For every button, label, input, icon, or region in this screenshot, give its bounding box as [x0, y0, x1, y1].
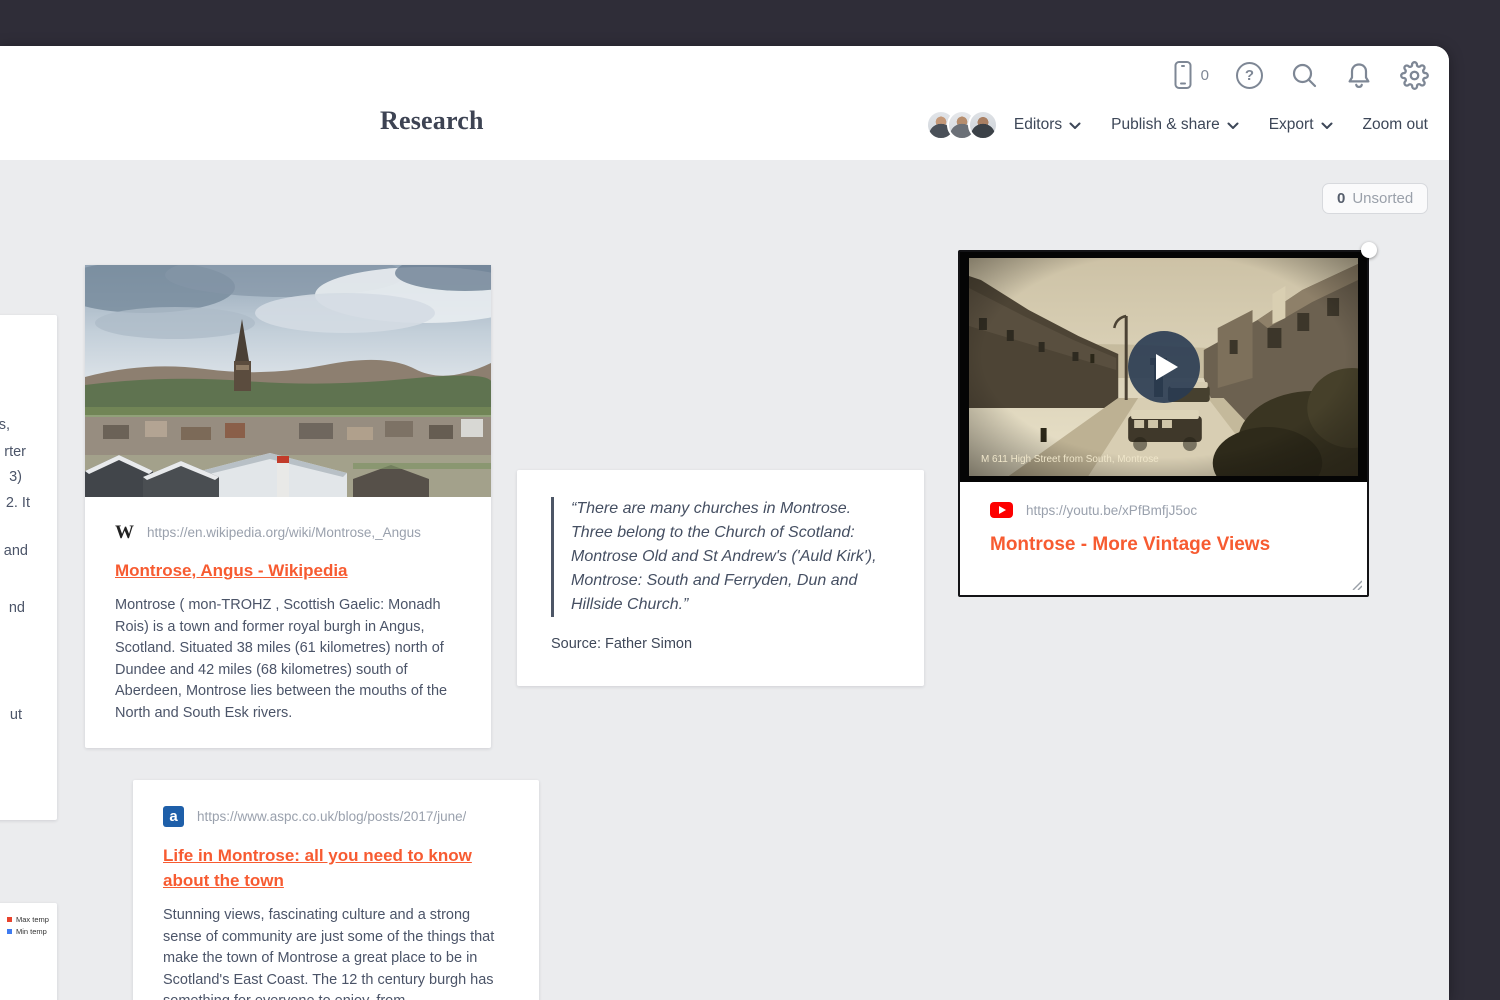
notifications-button[interactable] — [1345, 61, 1373, 90]
board-canvas[interactable]: 0 Unsorted — [0, 160, 1449, 1000]
header-icon-row: 0 ? — [1171, 60, 1429, 90]
help-icon: ? — [1236, 62, 1263, 89]
text-fragment: s, — [0, 415, 10, 437]
play-button[interactable] — [1128, 331, 1200, 403]
text-fragment: 3) — [9, 467, 22, 489]
clip-title-link[interactable]: Life in Montrose: all you need to know a… — [163, 843, 509, 893]
quote-source: Source: Father Simon — [551, 636, 892, 652]
unsorted-badge[interactable]: 0 Unsorted — [1322, 183, 1428, 214]
phone-icon — [1171, 60, 1195, 90]
header-toolbar: Editors Publish & share Export Zoom out — [926, 110, 1428, 140]
legend-label: Max temp — [16, 915, 49, 924]
quote-bar — [551, 497, 554, 617]
text-fragment: ut — [10, 705, 22, 727]
zoom-out-label: Zoom out — [1363, 116, 1428, 134]
app-window: Research 0 ? — [0, 46, 1449, 1000]
app-header: Research 0 ? — [0, 46, 1449, 160]
web-clip-card-wikipedia[interactable]: W https://en.wikipedia.org/wiki/Montrose… — [85, 265, 491, 748]
mobile-devices-button[interactable]: 0 — [1171, 60, 1209, 90]
legend-swatch-min — [7, 929, 12, 934]
legend-swatch-max — [7, 917, 12, 922]
clip-description: Stunning views, fascinating culture and … — [163, 905, 509, 1000]
chevron-down-icon — [1227, 122, 1239, 130]
board-title[interactable]: Research — [380, 106, 484, 136]
editors-menu[interactable]: Editors — [1014, 116, 1081, 134]
gear-icon — [1400, 61, 1429, 90]
search-icon — [1290, 61, 1318, 89]
publish-share-menu[interactable]: Publish & share — [1111, 116, 1239, 134]
youtube-icon — [990, 502, 1013, 518]
selection-handle[interactable] — [1361, 242, 1377, 258]
clip-url: https://en.wikipedia.org/wiki/Montrose,_… — [147, 525, 421, 540]
device-count: 0 — [1201, 67, 1209, 84]
quote-text: “There are many churches in Montrose. Th… — [571, 497, 892, 617]
video-title-link[interactable]: Montrose - More Vintage Views — [990, 534, 1337, 556]
video-url: https://youtu.be/xPfBmfjJ5oc — [1026, 503, 1197, 518]
legend-label: Min temp — [16, 927, 47, 936]
editors-label: Editors — [1014, 116, 1062, 134]
text-card-clipped[interactable]: s, rter 3) 2. It and nd ut — [0, 315, 57, 820]
clip-url: https://www.aspc.co.uk/blog/posts/2017/j… — [197, 809, 466, 824]
web-clip-card-aspc[interactable]: a https://www.aspc.co.uk/blog/posts/2017… — [133, 780, 539, 1000]
aspc-favicon: a — [163, 806, 184, 827]
unsorted-count: 0 — [1337, 190, 1345, 207]
editor-avatars[interactable] — [926, 110, 998, 140]
export-menu[interactable]: Export — [1269, 116, 1333, 134]
publish-share-label: Publish & share — [1111, 116, 1220, 134]
chevron-down-icon — [1321, 122, 1333, 130]
thumbnail-caption: M 611 High Street from South, Montrose — [981, 454, 1159, 465]
quote-card[interactable]: “There are many churches in Montrose. Th… — [517, 470, 924, 686]
zoom-out-button[interactable]: Zoom out — [1363, 116, 1428, 134]
chart-card-clipped[interactable]: Max temp Min temp — [0, 903, 57, 1000]
settings-button[interactable] — [1400, 61, 1429, 90]
bell-icon — [1345, 61, 1373, 90]
search-button[interactable] — [1290, 61, 1318, 89]
video-card-youtube[interactable]: M 611 High Street from South, Montrose h… — [958, 250, 1369, 597]
avatar[interactable] — [968, 110, 998, 140]
chart-legend: Max temp Min temp — [7, 915, 49, 939]
unsorted-label: Unsorted — [1352, 190, 1413, 207]
text-fragment: and — [4, 541, 28, 563]
export-label: Export — [1269, 116, 1314, 134]
chevron-down-icon — [1069, 122, 1081, 130]
wikipedia-w-icon: W — [115, 523, 134, 542]
montrose-town-photo[interactable] — [85, 265, 491, 497]
text-fragment: rter — [4, 442, 26, 464]
video-thumbnail[interactable]: M 611 High Street from South, Montrose — [960, 252, 1367, 482]
text-fragment: nd — [9, 598, 25, 620]
clip-title-link[interactable]: Montrose, Angus - Wikipedia — [115, 558, 348, 583]
text-fragment: 2. It — [6, 493, 30, 515]
help-button[interactable]: ? — [1236, 62, 1263, 89]
resize-handle[interactable] — [1349, 577, 1362, 590]
clip-description: Montrose ( mon-TROHZ , Scottish Gaelic: … — [115, 595, 461, 724]
